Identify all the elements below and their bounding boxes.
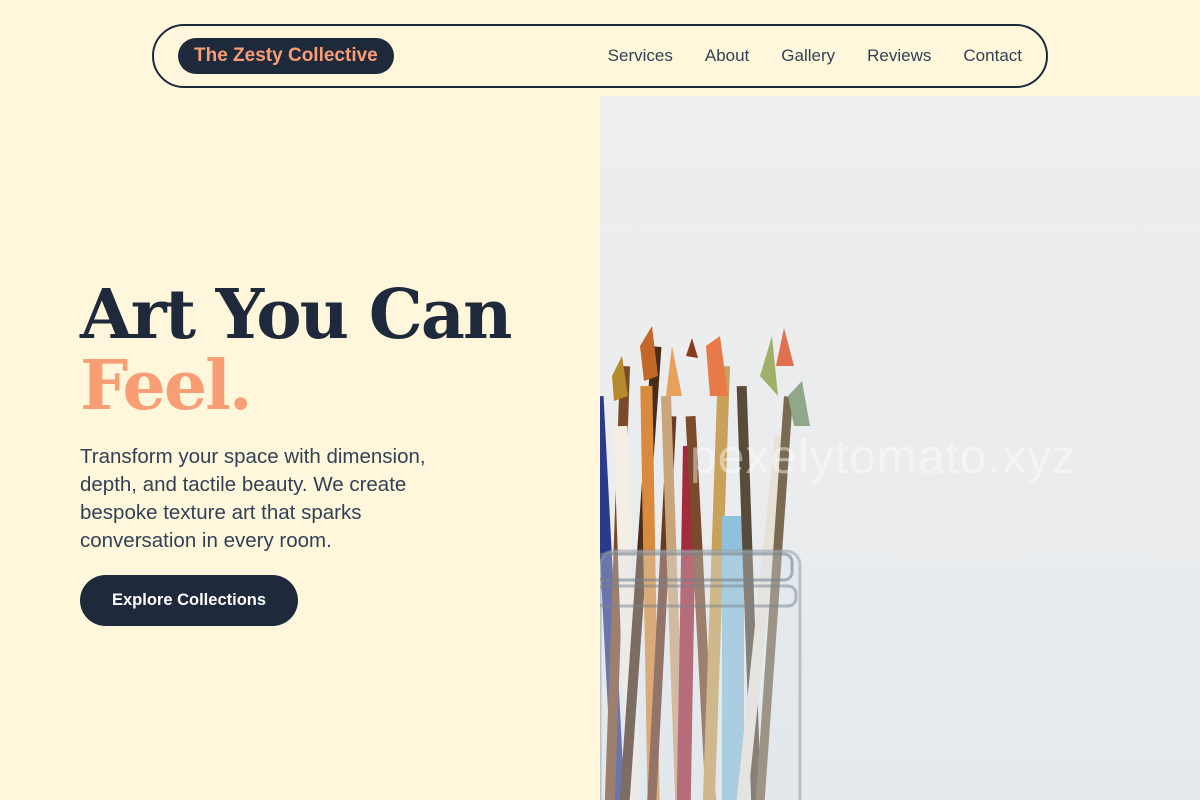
hero-content: Art You Can Feel. Transform your space w… (80, 280, 550, 627)
nav-link-gallery[interactable]: Gallery (781, 46, 835, 66)
nav-link-services[interactable]: Services (608, 46, 673, 66)
explore-collections-button[interactable]: Explore Collections (80, 575, 299, 627)
nav-link-about[interactable]: About (705, 46, 749, 66)
nav-link-reviews[interactable]: Reviews (867, 46, 931, 66)
glass-jar (600, 549, 802, 800)
headline-line-2: Feel. (80, 345, 253, 426)
headline-line-1: Art You Can (80, 275, 512, 355)
nav-links: Services About Gallery Reviews Contact (608, 46, 1022, 66)
nav-link-contact[interactable]: Contact (963, 46, 1022, 66)
top-navigation: The Zesty Collective Services About Gall… (152, 24, 1048, 88)
hero-headline: Art You Can Feel. (80, 280, 550, 421)
brand-logo[interactable]: The Zesty Collective (178, 38, 394, 74)
hero-subtext: Transform your space with dimension, dep… (80, 445, 426, 553)
image-watermark: pexelytomato.xyz (690, 431, 1077, 484)
